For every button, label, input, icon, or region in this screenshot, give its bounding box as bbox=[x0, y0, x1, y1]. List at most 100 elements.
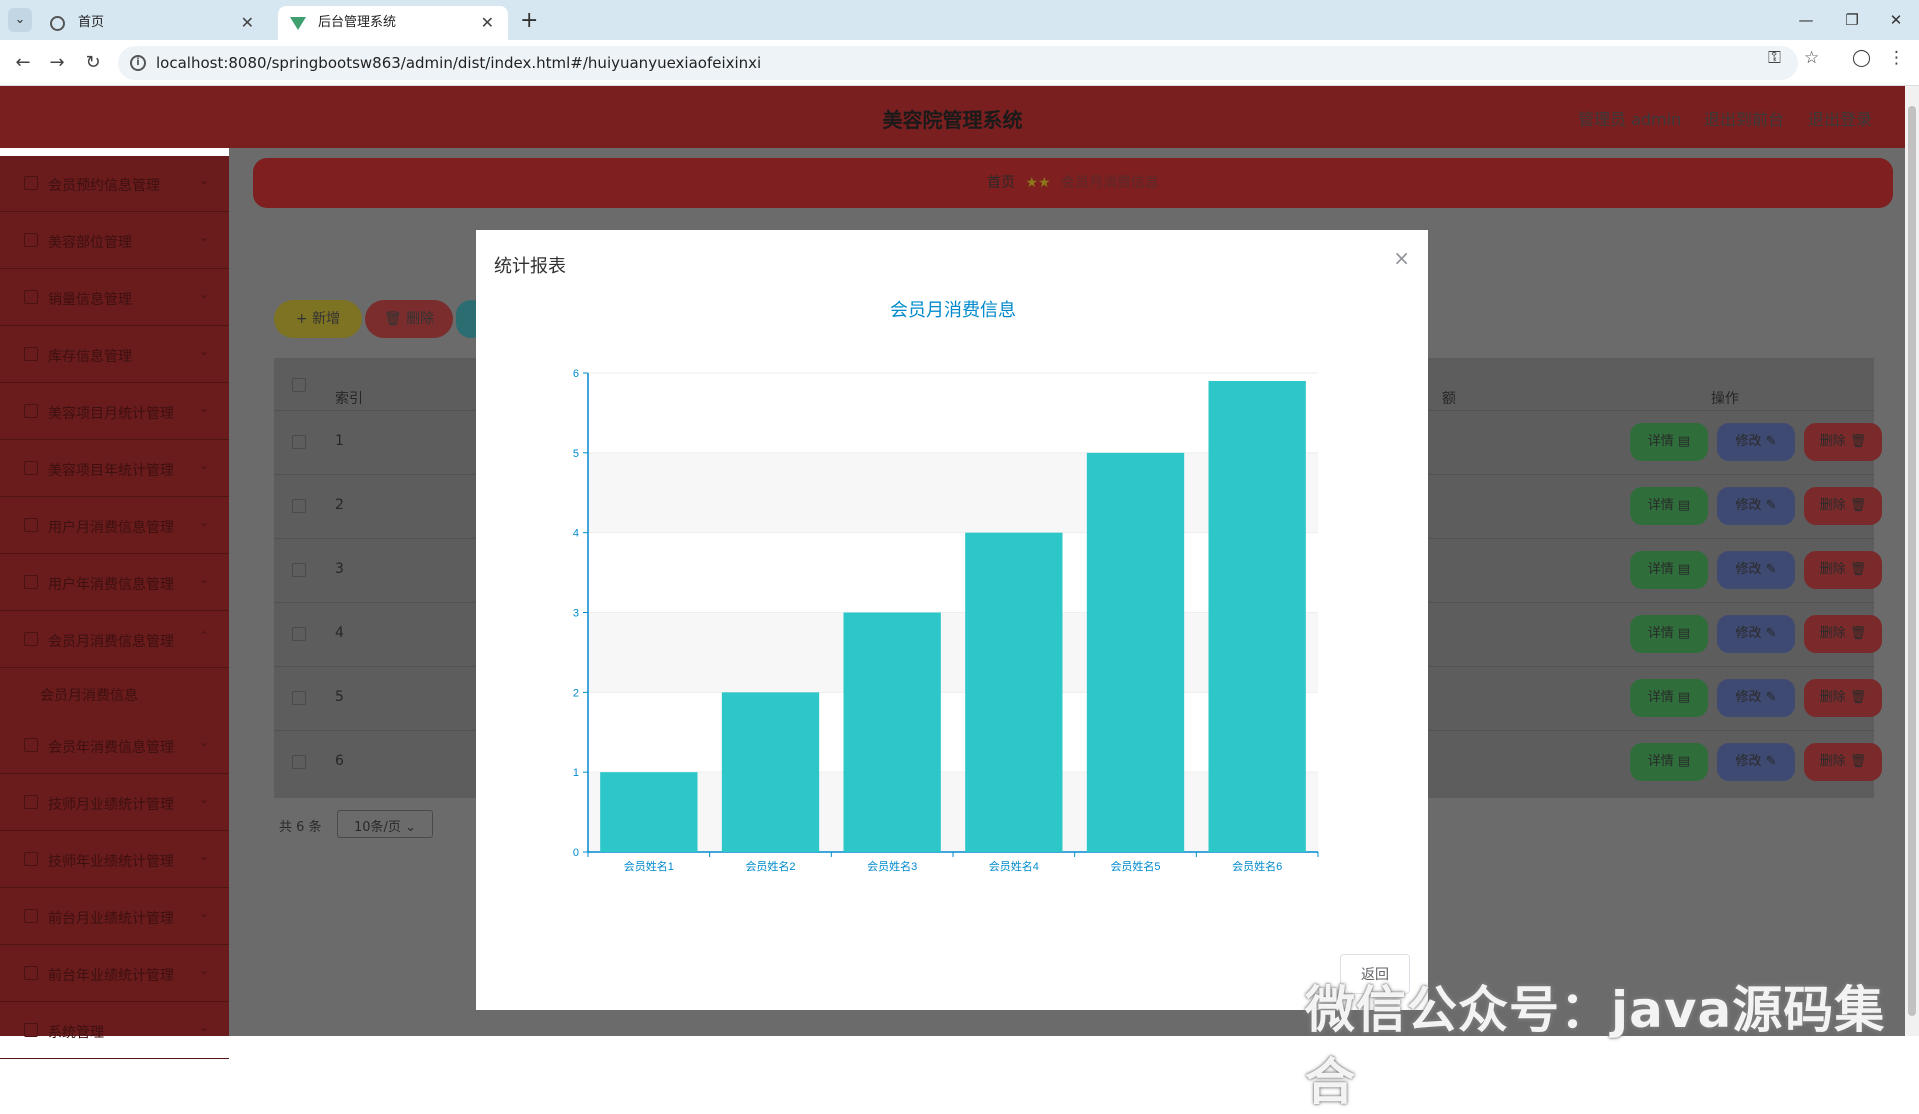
edit-button[interactable]: 修改 ✎ bbox=[1717, 615, 1795, 653]
x-tick-label: 会员姓名2 bbox=[745, 859, 795, 873]
header-amount[interactable]: 额 bbox=[1442, 388, 1456, 408]
bar bbox=[843, 612, 941, 852]
chevron-down-icon: ⌄ bbox=[198, 344, 209, 358]
header-index: 索引 bbox=[335, 391, 363, 407]
sidebar-item-member-year[interactable]: 会员年消费信息管理 ⌄ bbox=[0, 718, 229, 774]
edit-button[interactable]: 修改 ✎ bbox=[1717, 743, 1795, 781]
sidebar-item-project-month[interactable]: 美容项目月统计管理 ⌄ bbox=[0, 384, 229, 440]
menu-item-icon bbox=[24, 632, 38, 646]
sidebar-item-desk-year[interactable]: 前台年业绩统计管理 ⌄ bbox=[0, 946, 229, 1002]
edit-button[interactable]: 修改 ✎ bbox=[1717, 487, 1795, 525]
menu-item-icon bbox=[24, 404, 38, 418]
row-checkbox[interactable] bbox=[292, 691, 306, 705]
select-all-checkbox[interactable] bbox=[292, 378, 306, 392]
site-info-icon[interactable]: i bbox=[130, 55, 146, 71]
delete-button[interactable]: 删除 🗑 bbox=[1804, 615, 1882, 653]
chevron-down-icon: ⌄ bbox=[198, 1020, 209, 1034]
batch-delete-button[interactable]: 🗑 删除 bbox=[365, 300, 453, 338]
browser-tab-home[interactable]: 首页 ✕ bbox=[38, 6, 268, 40]
url-text: localhost:8080/springbootsw863/admin/dis… bbox=[156, 54, 762, 72]
menu-item-icon bbox=[24, 461, 38, 475]
tab-search-dropdown-icon[interactable]: ⌄ bbox=[8, 8, 32, 32]
browser-tab-bar: ⌄ 首页 ✕ 后台管理系统 ✕ + — ❐ ✕ bbox=[0, 0, 1919, 40]
row-checkbox[interactable] bbox=[292, 755, 306, 769]
delete-button[interactable]: 删除 🗑 bbox=[1804, 423, 1882, 461]
x-tick-label: 会员姓名4 bbox=[989, 859, 1039, 873]
row-index: 5 bbox=[335, 689, 344, 705]
sidebar-item-beauty-part[interactable]: 美容部位管理 ⌄ bbox=[0, 213, 229, 269]
edit-button[interactable]: 修改 ✎ bbox=[1717, 423, 1795, 461]
sidebar-item-desk-month[interactable]: 前台月业绩统计管理 ⌄ bbox=[0, 889, 229, 945]
bar bbox=[721, 692, 820, 852]
menu-item-icon bbox=[24, 347, 38, 361]
reload-icon[interactable]: ↻ bbox=[80, 50, 106, 76]
row-checkbox[interactable] bbox=[292, 563, 306, 577]
y-tick-label: 2 bbox=[573, 687, 579, 699]
scrollbar-thumb[interactable] bbox=[1908, 106, 1916, 1016]
delete-button[interactable]: 删除 🗑 bbox=[1804, 743, 1882, 781]
sidebar-item-sales[interactable]: 销量信息管理 ⌄ bbox=[0, 270, 229, 326]
detail-button[interactable]: 详情 ▤ bbox=[1630, 551, 1708, 589]
chevron-down-icon: ⌄ bbox=[198, 401, 209, 415]
row-index: 2 bbox=[335, 497, 344, 513]
url-input[interactable]: i localhost:8080/springbootsw863/admin/d… bbox=[118, 46, 1798, 80]
delete-button[interactable]: 删除 🗑 bbox=[1804, 679, 1882, 717]
delete-button[interactable]: 删除 🗑 bbox=[1804, 487, 1882, 525]
browser-tab-admin[interactable]: 后台管理系统 ✕ bbox=[278, 6, 508, 40]
to-frontend-link[interactable]: 退出到前台 bbox=[1704, 106, 1784, 130]
menu-item-icon bbox=[24, 575, 38, 589]
stats-dialog: 统计报表 × 会员月消费信息 0 1 2 3 4 5 6 会员姓名1 会员姓名2 会员姓名3 会员姓名… bbox=[476, 230, 1428, 1010]
sidebar-item-project-year[interactable]: 美容项目年统计管理 ⌄ bbox=[0, 441, 229, 497]
close-tab-icon[interactable]: ✕ bbox=[481, 6, 494, 40]
detail-button[interactable]: 详情 ▤ bbox=[1630, 615, 1708, 653]
row-checkbox[interactable] bbox=[292, 627, 306, 641]
sidebar-item-member-booking[interactable]: 会员预约信息管理 ⌄ bbox=[0, 156, 229, 212]
chevron-down-icon: ⌄ bbox=[198, 230, 209, 244]
delete-button[interactable]: 删除 🗑 bbox=[1804, 551, 1882, 589]
page-size-select[interactable]: 10条/页 ⌄ bbox=[337, 810, 433, 838]
chevron-down-icon: ⌄ bbox=[198, 287, 209, 301]
sidebar-item-user-year[interactable]: 用户年消费信息管理 ⌄ bbox=[0, 555, 229, 611]
row-checkbox[interactable] bbox=[292, 435, 306, 449]
row-checkbox[interactable] bbox=[292, 499, 306, 513]
x-tick-label: 会员姓名6 bbox=[1232, 859, 1282, 873]
detail-button[interactable]: 详情 ▤ bbox=[1630, 679, 1708, 717]
close-tab-icon[interactable]: ✕ bbox=[241, 6, 254, 40]
close-window-icon[interactable]: ✕ bbox=[1876, 6, 1916, 34]
add-button[interactable]: + 新增 bbox=[274, 300, 362, 338]
logout-link[interactable]: 退出登录 bbox=[1808, 106, 1872, 130]
sidebar-subitem-member-month-info[interactable]: 会员月消费信息 bbox=[0, 669, 229, 717]
chevron-down-icon: ⌄ bbox=[198, 735, 209, 749]
page-scrollbar[interactable] bbox=[1905, 86, 1919, 1036]
restore-icon[interactable]: ❐ bbox=[1832, 6, 1872, 34]
menu-item-icon bbox=[24, 966, 38, 980]
sidebar-item-tech-year[interactable]: 技师年业绩统计管理 ⌄ bbox=[0, 832, 229, 888]
minimize-icon[interactable]: — bbox=[1786, 6, 1826, 34]
password-key-icon[interactable]: ⚿ bbox=[1768, 48, 1781, 68]
sidebar: 会员预约信息管理 ⌄ 美容部位管理 ⌄ 销量信息管理 ⌄ 库存信息管理 ⌄ 美容项目月统… bbox=[0, 156, 229, 1059]
new-tab-icon[interactable]: + bbox=[520, 6, 538, 36]
watermark-text: 微信公众号：java源码集合 bbox=[1305, 981, 1886, 1111]
detail-button[interactable]: 详情 ▤ bbox=[1630, 743, 1708, 781]
row-index: 6 bbox=[335, 753, 344, 769]
tab-title: 首页 bbox=[78, 15, 105, 30]
bar-chart: 会员月消费信息 0 1 2 3 4 5 6 会员姓名1 会员姓名2 会员姓名3 会员姓名4 会员姓名5 会… bbox=[573, 300, 1319, 873]
edit-button[interactable]: 修改 ✎ bbox=[1717, 679, 1795, 717]
sidebar-item-system[interactable]: 系统管理 ⌄ bbox=[0, 1003, 229, 1059]
sidebar-item-member-month[interactable]: 会员月消费信息管理 ⌃ bbox=[0, 612, 229, 668]
forward-icon[interactable]: → bbox=[44, 50, 70, 76]
sidebar-item-user-month[interactable]: 用户月消费信息管理 ⌄ bbox=[0, 498, 229, 554]
bookmark-star-icon[interactable]: ☆ bbox=[1804, 48, 1819, 68]
breadcrumb: 首页 ★★ 会员月消费信息 bbox=[253, 158, 1893, 208]
detail-button[interactable]: 详情 ▤ bbox=[1630, 487, 1708, 525]
detail-button[interactable]: 详情 ▤ bbox=[1630, 423, 1708, 461]
sidebar-item-stock[interactable]: 库存信息管理 ⌄ bbox=[0, 327, 229, 383]
chevron-down-icon: ⌄ bbox=[198, 906, 209, 920]
menu-kebab-icon[interactable]: ⋮ bbox=[1888, 48, 1905, 68]
vue-logo-icon bbox=[290, 17, 306, 30]
edit-button[interactable]: 修改 ✎ bbox=[1717, 551, 1795, 589]
back-icon[interactable]: ← bbox=[10, 50, 36, 76]
sidebar-item-tech-month[interactable]: 技师月业绩统计管理 ⌄ bbox=[0, 775, 229, 831]
profile-icon[interactable]: ◯ bbox=[1852, 48, 1871, 68]
breadcrumb-home[interactable]: 首页 bbox=[987, 175, 1015, 191]
